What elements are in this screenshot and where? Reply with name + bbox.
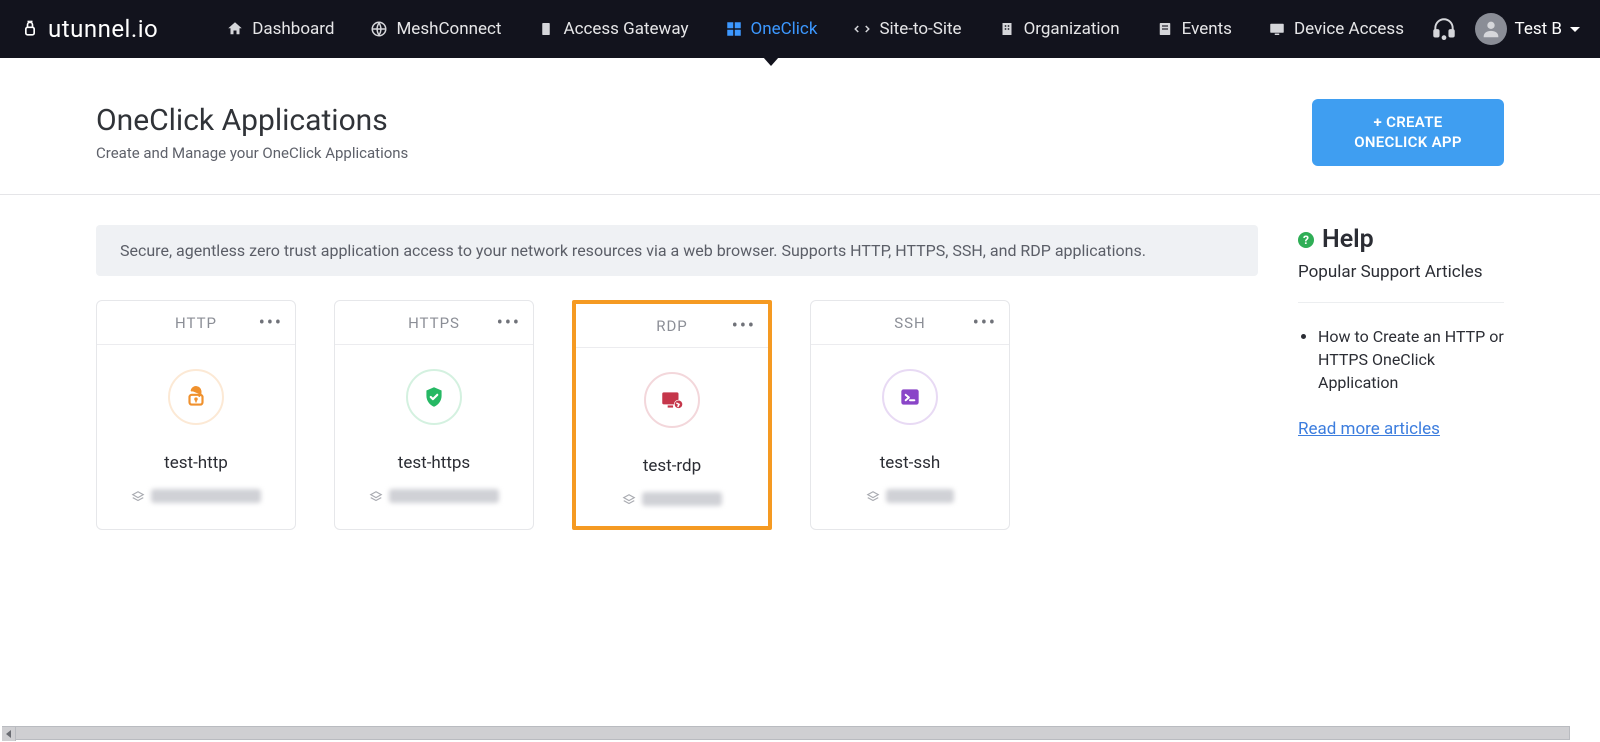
nav-label: Device Access [1294, 19, 1404, 39]
nav-organization[interactable]: Organization [980, 0, 1138, 58]
info-banner: Secure, agentless zero trust application… [96, 225, 1258, 276]
card-address [588, 492, 756, 506]
terminal-icon [882, 369, 938, 425]
card-name: test-http [109, 453, 283, 473]
layers-icon [866, 489, 880, 503]
card-body: test-rdp [576, 348, 768, 526]
card-address-value [642, 492, 722, 506]
card-menu-button[interactable]: ••• [497, 312, 521, 333]
card-address [823, 489, 997, 503]
app-card-rdp[interactable]: RDP ••• test-rdp [572, 300, 772, 530]
page-header: OneClick Applications Create and Manage … [0, 59, 1600, 195]
card-menu-button[interactable]: ••• [259, 312, 283, 333]
help-panel: ? Help Popular Support Articles How to C… [1298, 225, 1504, 439]
monitor-icon [644, 372, 700, 428]
card-address [109, 489, 283, 503]
nav-label: Dashboard [252, 19, 334, 39]
app-card-https[interactable]: HTTPS ••• test-https [334, 300, 534, 530]
layers-icon [131, 489, 145, 503]
gateway-icon [537, 20, 555, 38]
nav-label: Events [1182, 19, 1232, 39]
card-protocol: SSH [894, 314, 926, 332]
nav-events[interactable]: Events [1138, 0, 1250, 58]
nav-right: Test B [1431, 13, 1580, 45]
nav-label: Site-to-Site [879, 19, 961, 39]
site-to-site-icon [853, 20, 871, 38]
nav-links: Dashboard MeshConnect Access Gateway One… [208, 0, 1430, 58]
brand-name: utunnel.io [48, 15, 158, 43]
create-oneclick-button[interactable]: + CREATE ONECLICK APP [1312, 99, 1504, 166]
lock-open-icon [168, 369, 224, 425]
chevron-down-icon [1570, 27, 1580, 32]
card-header: HTTPS ••• [335, 301, 533, 345]
card-address-value [886, 489, 954, 503]
card-address [347, 489, 521, 503]
brand-logo-icon [20, 19, 40, 39]
read-more-link[interactable]: Read more articles [1298, 419, 1440, 439]
card-protocol: RDP [656, 317, 688, 335]
nav-device-access[interactable]: Device Access [1250, 0, 1422, 58]
card-address-value [389, 489, 499, 503]
app-card-http[interactable]: HTTP ••• test-http [96, 300, 296, 530]
card-header: SSH ••• [811, 301, 1009, 345]
nav-label: MeshConnect [396, 19, 501, 39]
shield-check-icon [406, 369, 462, 425]
card-header: HTTP ••• [97, 301, 295, 345]
card-protocol: HTTP [175, 314, 217, 332]
help-article-link[interactable]: How to Create an HTTP or HTTPS OneClick … [1318, 325, 1504, 395]
card-name: test-rdp [588, 456, 756, 476]
navbar: utunnel.io Dashboard MeshConnect Access … [0, 0, 1600, 58]
help-icon: ? [1298, 232, 1314, 248]
nav-meshconnect[interactable]: MeshConnect [352, 0, 519, 58]
brand[interactable]: utunnel.io [20, 15, 158, 43]
nav-label: Access Gateway [563, 19, 688, 39]
card-name: test-ssh [823, 453, 997, 473]
card-menu-button[interactable]: ••• [973, 312, 997, 333]
help-title: Help [1322, 225, 1374, 254]
help-subtitle: Popular Support Articles [1298, 262, 1504, 303]
grid-icon [725, 20, 743, 38]
help-article-list: How to Create an HTTP or HTTPS OneClick … [1298, 325, 1504, 395]
card-menu-button[interactable]: ••• [732, 315, 756, 336]
page-title: OneClick Applications [96, 103, 408, 138]
org-icon [998, 20, 1016, 38]
nav-label: Organization [1024, 19, 1120, 39]
app-cards: HTTP ••• test-http HTTPS ••• test-https RDP •••… [96, 300, 1258, 530]
nav-label: OneClick [751, 19, 818, 39]
headset-icon[interactable] [1431, 16, 1457, 42]
avatar-icon [1475, 13, 1507, 45]
layers-icon [622, 492, 636, 506]
card-name: test-https [347, 453, 521, 473]
home-icon [226, 20, 244, 38]
scroll-left-arrow-icon[interactable] [2, 727, 16, 741]
user-menu[interactable]: Test B [1475, 13, 1580, 45]
mesh-icon [370, 20, 388, 38]
nav-access-gateway[interactable]: Access Gateway [519, 0, 706, 58]
card-body: test-ssh [811, 345, 1009, 523]
page-subtitle: Create and Manage your OneClick Applicat… [96, 144, 408, 162]
card-address-value [151, 489, 261, 503]
layers-icon [369, 489, 383, 503]
card-body: test-http [97, 345, 295, 523]
horizontal-scrollbar[interactable] [2, 726, 1570, 740]
app-card-ssh[interactable]: SSH ••• test-ssh [810, 300, 1010, 530]
nav-site-to-site[interactable]: Site-to-Site [835, 0, 979, 58]
card-header: RDP ••• [576, 304, 768, 348]
events-icon [1156, 20, 1174, 38]
nav-dashboard[interactable]: Dashboard [208, 0, 352, 58]
device-icon [1268, 20, 1286, 38]
card-body: test-https [335, 345, 533, 523]
user-name: Test B [1515, 19, 1562, 39]
nav-oneclick[interactable]: OneClick [707, 0, 836, 58]
card-protocol: HTTPS [408, 314, 460, 332]
